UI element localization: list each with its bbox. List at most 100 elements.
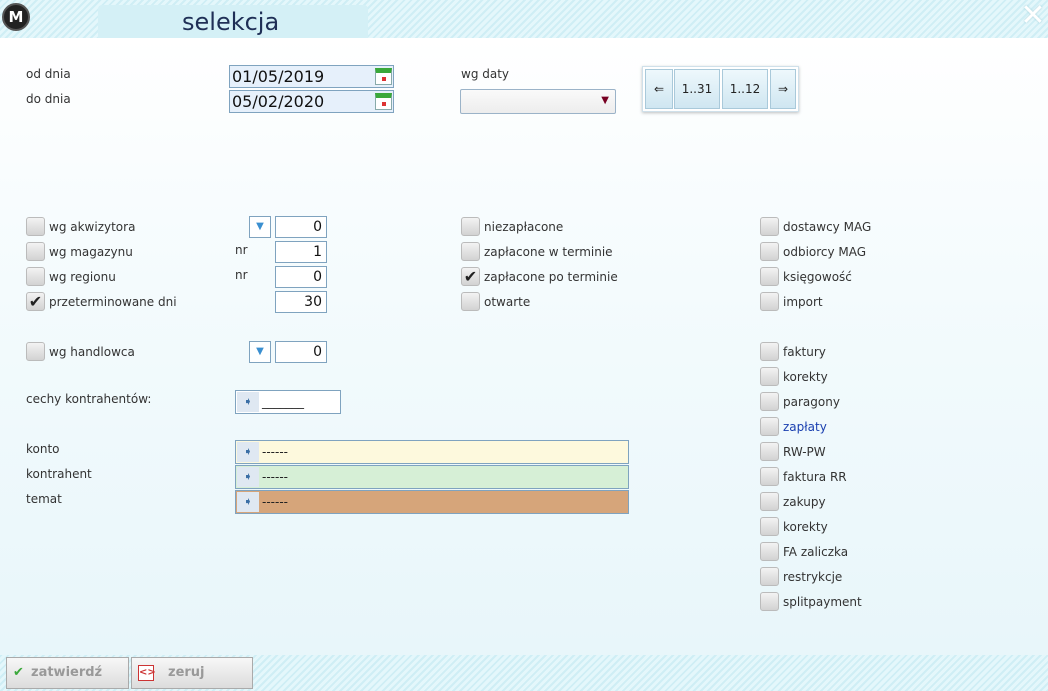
- app-logo-icon: M: [2, 3, 30, 31]
- zaplaty-checkbox[interactable]: [760, 417, 779, 436]
- korekty-label: korekty: [783, 370, 828, 384]
- niezaplacone-checkbox[interactable]: [461, 217, 480, 236]
- title-tab: selekcja: [98, 5, 368, 38]
- to-date-label: do dnia: [26, 92, 71, 106]
- calendar-icon[interactable]: [375, 93, 392, 110]
- magazyn-nr-label: nr: [235, 243, 248, 257]
- tag-icon: ➧: [237, 467, 259, 487]
- reset-button[interactable]: <> zeruj: [131, 657, 253, 689]
- kontrahent-value: ------: [262, 470, 288, 484]
- splitpayment-label: splitpayment: [783, 595, 862, 609]
- region-label: wg regionu: [49, 270, 116, 284]
- months-range-button[interactable]: 1..12: [722, 69, 768, 109]
- zaplaty-label[interactable]: zapłaty: [783, 420, 827, 434]
- zaplacone-w-terminie-label: zapłacone w terminie: [484, 245, 613, 259]
- check-icon: ✔: [13, 665, 24, 680]
- faktury-label: faktury: [783, 345, 826, 359]
- cechy-value: _______: [262, 395, 304, 409]
- zaplacone-po-terminie-checkbox[interactable]: ✔: [461, 267, 480, 286]
- close-icon[interactable]: ✕: [1020, 1, 1046, 31]
- window-title: selekcja: [182, 8, 280, 36]
- odbiorcy-mag-label: odbiorcy MAG: [783, 245, 867, 259]
- bottom-bar: ✔ zatwierdź <> zeruj: [0, 655, 1048, 691]
- zaplacone-w-terminie-checkbox[interactable]: [461, 242, 480, 261]
- akwizytor-checkbox[interactable]: [26, 217, 45, 236]
- konto-value: ------: [262, 445, 288, 459]
- rw-pw-checkbox[interactable]: [760, 442, 779, 461]
- by-date-select[interactable]: ▼: [460, 89, 616, 114]
- akwizytor-input[interactable]: 0: [275, 216, 327, 238]
- temat-label: temat: [26, 492, 62, 506]
- zakupy-checkbox[interactable]: [760, 492, 779, 511]
- reset-label: zeruj: [168, 665, 205, 680]
- tag-icon: ➧: [237, 442, 259, 462]
- region-checkbox[interactable]: [26, 267, 45, 286]
- confirm-button[interactable]: ✔ zatwierdź: [6, 657, 129, 689]
- reset-icon: <>: [138, 665, 156, 681]
- from-date-value: 01/05/2019: [232, 67, 325, 86]
- selection-panel: [0, 38, 1048, 655]
- fa-zaliczka-checkbox[interactable]: [760, 542, 779, 561]
- korekty-zakup-checkbox[interactable]: [760, 517, 779, 536]
- dostawcy-mag-label: dostawcy MAG: [783, 220, 872, 234]
- akwizytor-label: wg akwizytora: [49, 220, 136, 234]
- zakupy-label: zakupy: [783, 495, 826, 509]
- paragony-checkbox[interactable]: [760, 392, 779, 411]
- otwarte-checkbox[interactable]: [461, 292, 480, 311]
- faktura-rr-label: faktura RR: [783, 470, 847, 484]
- from-date-label: od dnia: [26, 67, 71, 81]
- tag-icon: ➧: [237, 492, 259, 512]
- days-range-button[interactable]: 1..31: [674, 69, 720, 109]
- cechy-label: cechy kontrahentów:: [26, 392, 152, 406]
- region-nr-label: nr: [235, 268, 248, 282]
- paragony-label: paragony: [783, 395, 840, 409]
- kontrahent-field[interactable]: ➧ ------: [235, 465, 629, 489]
- restrykcje-label: restrykcje: [783, 570, 843, 584]
- akwizytor-dropdown-icon[interactable]: ▼: [249, 216, 271, 238]
- konto-label: konto: [26, 442, 60, 456]
- prev-period-button[interactable]: ⇐: [645, 69, 673, 109]
- zaplacone-po-terminie-label: zapłacone po terminie: [484, 270, 618, 284]
- kontrahent-label: kontrahent: [26, 467, 92, 481]
- faktury-checkbox[interactable]: [760, 342, 779, 361]
- odbiorcy-mag-checkbox[interactable]: [760, 242, 779, 261]
- magazyn-input[interactable]: 1: [275, 241, 327, 263]
- przeterminowane-label: przeterminowane dni: [49, 295, 177, 309]
- handlowiec-label: wg handlowca: [49, 345, 135, 359]
- splitpayment-checkbox[interactable]: [760, 592, 779, 611]
- date-nav-group: ⇐ 1..31 1..12 ⇒: [642, 66, 799, 112]
- confirm-label: zatwierdź: [31, 665, 103, 680]
- otwarte-label: otwarte: [484, 295, 531, 309]
- korekty-checkbox[interactable]: [760, 367, 779, 386]
- import-checkbox[interactable]: [760, 292, 779, 311]
- magazyn-checkbox[interactable]: [26, 242, 45, 261]
- przeterminowane-input[interactable]: 30: [275, 291, 327, 313]
- handlowiec-input[interactable]: 0: [275, 341, 327, 363]
- ksiegowosc-label: księgowość: [783, 270, 852, 284]
- faktura-rr-checkbox[interactable]: [760, 467, 779, 486]
- magazyn-label: wg magazynu: [49, 245, 133, 259]
- rw-pw-label: RW-PW: [783, 445, 826, 459]
- chevron-down-icon: ▼: [601, 95, 609, 106]
- fa-zaliczka-label: FA zaliczka: [783, 545, 849, 559]
- restrykcje-checkbox[interactable]: [760, 567, 779, 586]
- temat-field[interactable]: ➧ ------: [235, 490, 629, 514]
- cechy-field[interactable]: ➧ _______: [235, 390, 341, 414]
- korekty-zakup-label: korekty: [783, 520, 828, 534]
- next-period-button[interactable]: ⇒: [770, 69, 796, 109]
- by-date-label: wg daty: [461, 67, 510, 81]
- calendar-icon[interactable]: [375, 68, 392, 85]
- handlowiec-checkbox[interactable]: [26, 342, 45, 361]
- to-date-input[interactable]: 05/02/2020: [229, 90, 394, 113]
- tag-icon: ➧: [237, 392, 259, 412]
- konto-field[interactable]: ➧ ------: [235, 440, 629, 464]
- przeterminowane-checkbox[interactable]: ✔: [26, 292, 45, 311]
- dostawcy-mag-checkbox[interactable]: [760, 217, 779, 236]
- from-date-input[interactable]: 01/05/2019: [229, 65, 394, 88]
- region-input[interactable]: 0: [275, 266, 327, 288]
- to-date-value: 05/02/2020: [232, 92, 325, 111]
- ksiegowosc-checkbox[interactable]: [760, 267, 779, 286]
- handlowiec-dropdown-icon[interactable]: ▼: [249, 341, 271, 363]
- niezaplacone-label: niezapłacone: [484, 220, 564, 234]
- temat-value: ------: [262, 495, 288, 509]
